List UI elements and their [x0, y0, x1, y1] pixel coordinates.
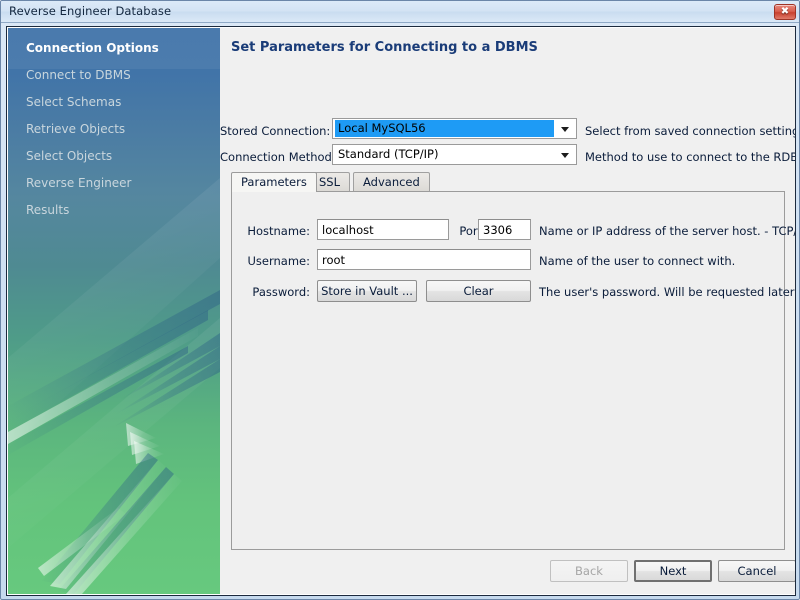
- username-input[interactable]: root: [317, 249, 531, 270]
- tab-parameters[interactable]: Parameters: [231, 172, 317, 192]
- next-button[interactable]: Next: [634, 560, 712, 582]
- store-in-vault-button[interactable]: Store in Vault ...: [317, 280, 417, 302]
- username-help: Name of the user to connect with.: [539, 254, 735, 268]
- username-label: Username:: [232, 254, 310, 268]
- username-value: root: [322, 252, 345, 268]
- sidebar-item-connect-to-dbms[interactable]: Connect to DBMS: [8, 62, 220, 89]
- stored-connection-label: Stored Connection:: [220, 124, 324, 138]
- back-button[interactable]: Back: [550, 560, 628, 582]
- cancel-button[interactable]: Cancel: [718, 560, 796, 582]
- sidebar-item-select-objects[interactable]: Select Objects: [8, 143, 220, 170]
- sidebar-item-reverse-engineer[interactable]: Reverse Engineer: [8, 170, 220, 197]
- stored-connection-combo[interactable]: Local MySQL56: [332, 118, 577, 139]
- wizard-sidebar: Connection OptionsConnect to DBMSSelect …: [8, 28, 220, 594]
- hostname-label: Hostname:: [232, 224, 310, 238]
- dialog-client-area: Connection OptionsConnect to DBMSSelect …: [6, 26, 796, 596]
- window-title: Reverse Engineer Database: [9, 4, 171, 18]
- wizard-content: Set Parameters for Connecting to a DBMS …: [220, 28, 796, 594]
- chevron-down-icon: [561, 153, 569, 158]
- close-icon: ✖: [775, 5, 795, 19]
- page-title: Set Parameters for Connecting to a DBMS: [231, 40, 538, 55]
- password-label: Password:: [232, 285, 310, 299]
- sidebar-item-retrieve-objects[interactable]: Retrieve Objects: [8, 116, 220, 143]
- tab-advanced[interactable]: Advanced: [353, 172, 430, 191]
- sidebar-item-results[interactable]: Results: [8, 197, 220, 224]
- password-help: The user's password. Will be requested l…: [539, 285, 796, 299]
- hostname-value: localhost: [322, 222, 374, 238]
- hostname-input[interactable]: localhost: [317, 219, 449, 240]
- close-button[interactable]: ✖: [774, 4, 796, 20]
- clear-password-button[interactable]: Clear: [426, 280, 531, 302]
- connection-method-value: Standard (TCP/IP): [336, 147, 440, 162]
- parameters-panel: Hostname: localhost Port: 3306 Name or I…: [231, 191, 785, 550]
- chevron-down-icon: [561, 127, 569, 132]
- connection-tab-panel: Parameters SSL Advanced Hostname: localh…: [231, 172, 785, 550]
- sidebar-item-select-schemas[interactable]: Select Schemas: [8, 89, 220, 116]
- stored-connection-help: Select from saved connection settings: [585, 124, 796, 138]
- connection-method-combo[interactable]: Standard (TCP/IP): [332, 144, 577, 165]
- port-value: 3306: [483, 222, 512, 238]
- sidebar-item-connection-options[interactable]: Connection Options: [8, 35, 220, 62]
- hostname-help: Name or IP address of the server host. -…: [539, 224, 796, 238]
- dialog-window: Reverse Engineer Database ✖: [0, 0, 800, 600]
- connection-method-help: Method to use to connect to the RDBMS: [585, 150, 796, 164]
- connection-method-label: Connection Method:: [220, 150, 324, 164]
- stored-connection-value: Local MySQL56: [335, 120, 554, 137]
- title-bar: Reverse Engineer Database ✖: [1, 1, 800, 23]
- port-input[interactable]: 3306: [478, 219, 531, 240]
